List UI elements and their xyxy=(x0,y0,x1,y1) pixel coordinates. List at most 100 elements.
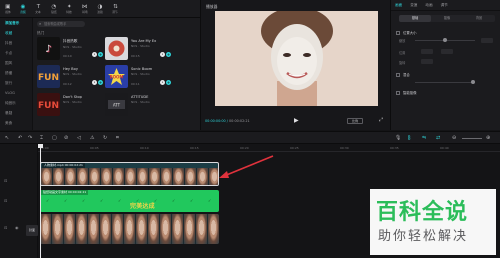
magnet-icon[interactable]: ⩉ xyxy=(408,135,410,141)
music-card[interactable]: FUN Hey Boy NCS · Studio 00:12 ↓ + xyxy=(37,65,103,88)
add-icon[interactable]: + xyxy=(98,80,103,85)
download-icon[interactable]: ↓ xyxy=(160,52,165,57)
checkbox[interactable] xyxy=(396,72,400,77)
track-headers: ⊡ ⊡ ⊡ ◉ 封面 xyxy=(0,144,38,258)
toolbar-item-adjust[interactable]: ⇅ 调节 xyxy=(108,0,123,18)
tab-speed[interactable]: 变速 xyxy=(406,0,421,10)
play-icon[interactable]: ▶ xyxy=(294,117,299,124)
category-suspense[interactable]: 悬疑 xyxy=(0,108,32,118)
tab-animation[interactable]: 动画 xyxy=(421,0,436,10)
tab-picture[interactable]: 画面 xyxy=(391,0,406,10)
music-card[interactable]: BOOM Sonic Boom NCS · Studio 00:11 ↓ + xyxy=(105,65,171,88)
tab-adjust[interactable]: 调节 xyxy=(437,0,452,10)
card-thumbnail: FUN xyxy=(37,65,60,88)
card-artist: NCS · Studio xyxy=(63,72,82,76)
category-beat[interactable]: 卡点 xyxy=(0,48,32,58)
toolbar-item-transition[interactable]: ⋈ 转场 xyxy=(77,0,92,18)
video-preview[interactable] xyxy=(215,11,378,106)
download-icon[interactable]: ↓ xyxy=(160,80,165,85)
delete-icon[interactable]: ▢ xyxy=(52,135,57,141)
card-thumbnail: BOOM xyxy=(105,65,128,88)
svg-text:FUN: FUN xyxy=(38,101,59,111)
svg-text:BOOM: BOOM xyxy=(110,75,124,80)
card-duration: 00:12 xyxy=(63,82,72,86)
link-icon[interactable]: ⇋ xyxy=(422,135,426,141)
category-food[interactable]: 美食 xyxy=(0,118,32,128)
add-icon[interactable]: + xyxy=(166,52,171,57)
lock-icon[interactable]: ⊡ xyxy=(4,178,7,183)
playhead[interactable] xyxy=(40,144,41,258)
card-title: Sonic Boom xyxy=(131,67,153,71)
download-icon[interactable]: ↓ xyxy=(92,80,97,85)
redo-icon[interactable]: ↷ xyxy=(28,135,32,141)
position-size-row[interactable]: 位置大小 xyxy=(396,30,417,35)
download-icon[interactable]: ↓ xyxy=(92,52,97,57)
toolbar-item-sticker[interactable]: ◔ 贴纸 xyxy=(46,0,61,18)
current-time: 00:00:00:00 xyxy=(205,119,226,123)
subtab-keying[interactable]: 抠像 xyxy=(431,15,463,22)
category-douyin[interactable]: 抖音 xyxy=(0,38,32,48)
category-pure-music[interactable]: 纯音乐 xyxy=(0,98,32,108)
add-icon[interactable]: + xyxy=(166,80,171,85)
opacity-slider[interactable] xyxy=(415,80,475,84)
position-x-box[interactable] xyxy=(421,49,433,54)
subtab-basic[interactable]: 基础 xyxy=(399,15,431,22)
reverse-icon[interactable]: ◁ xyxy=(77,135,81,141)
subtab-background[interactable]: 背景 xyxy=(463,15,495,22)
rotate-icon[interactable]: ↻ xyxy=(103,135,107,141)
toolbar-item-text[interactable]: T 文本 xyxy=(31,0,46,18)
zoom-in-icon[interactable]: ⊕ xyxy=(486,135,490,141)
split-icon[interactable]: ⌶ xyxy=(40,135,43,141)
category-travel[interactable]: 旅行 xyxy=(0,78,32,88)
category-guofeng[interactable]: 国风 xyxy=(0,58,32,68)
time-ruler[interactable]: 00:00 00:05 00:10 00:15 00:20 00:25 00:3… xyxy=(38,144,500,152)
toolbar-item-audio[interactable]: ◉ 音频 xyxy=(15,0,30,18)
toolbar-item-media[interactable]: ▣ 媒体 xyxy=(0,0,15,18)
card-artist: NCS · Studio xyxy=(131,100,150,104)
zoom-out-icon[interactable]: ⊖ xyxy=(452,135,456,141)
scale-slider[interactable] xyxy=(415,38,475,42)
music-card[interactable]: ♪ ♪ 抖音热歌 NCS · Studio 00:10 ↓ + xyxy=(37,37,103,60)
undo-icon[interactable]: ↶ xyxy=(18,135,22,141)
visibility-icon[interactable]: ⊡ xyxy=(4,198,7,203)
microphone-icon[interactable]: 🎙 xyxy=(395,135,401,141)
category-soothing[interactable]: 舒缓 xyxy=(0,68,32,78)
checkbox[interactable] xyxy=(396,30,400,35)
rotate-box[interactable] xyxy=(421,59,433,64)
zoom-slider[interactable] xyxy=(462,138,482,139)
main-video-clip[interactable] xyxy=(40,214,219,244)
card-duration: 00:10 xyxy=(63,54,72,58)
music-card[interactable]: You Are My Ex NCS · Studio 00:15 ↓ + xyxy=(105,37,171,60)
checkbox[interactable] xyxy=(396,90,400,95)
cover-button[interactable]: 封面 xyxy=(26,225,38,236)
track-lock-icon[interactable]: ⊡ xyxy=(4,225,7,230)
slider-knob[interactable] xyxy=(471,80,475,84)
sticker-icon: ◔ xyxy=(51,4,57,10)
add-icon[interactable]: + xyxy=(98,52,103,57)
cursor-icon[interactable]: ↖ xyxy=(5,135,9,141)
category-favorites[interactable]: 收藏 xyxy=(0,28,32,38)
player-title: 播放器 xyxy=(206,4,218,9)
preview-axis-icon[interactable]: ⇄ xyxy=(436,135,440,141)
slider-knob[interactable] xyxy=(443,38,447,42)
sticker-clip[interactable]: 贴纸动画文字素材 00:00:02:21 ✓ ✓ ✓ ✓ ✓ ✓ ✓ ✓ ✓ ✓ 完美达成 xyxy=(40,190,219,212)
toolbar-item-effects[interactable]: ✦ 特效 xyxy=(62,0,77,18)
music-card[interactable]: FUN Don't Stop NCS · Studio xyxy=(37,93,101,116)
category-vlog[interactable]: VLOG xyxy=(0,88,32,98)
crop-icon[interactable]: ⌗ xyxy=(116,135,119,141)
freeze-icon[interactable]: ⊘ xyxy=(64,135,68,141)
blend-row[interactable]: 混合 xyxy=(396,72,410,77)
position-y-box[interactable] xyxy=(441,49,453,54)
music-card[interactable]: ATT ATTITUDE NCS · Studio xyxy=(105,93,169,116)
video-clip-selected[interactable]: 人物素材.mp4 00:00:02:21 xyxy=(40,162,219,186)
toolbar-item-filter[interactable]: ◑ 滤镜 xyxy=(92,0,107,18)
media-icon: ▣ xyxy=(5,4,11,10)
mirror-icon[interactable]: ⚠ xyxy=(90,135,94,141)
category-add-music[interactable]: 添加音乐 xyxy=(0,18,32,28)
scale-value-box[interactable] xyxy=(481,38,493,43)
ratio-button[interactable]: 比例 xyxy=(347,118,363,124)
track-visibility-icon[interactable]: ◉ xyxy=(15,225,19,230)
fullscreen-icon[interactable]: ⤢ xyxy=(379,117,383,123)
smart-keying-row[interactable]: 智能抠像 xyxy=(396,90,417,95)
search-input[interactable]: ⌕ 搜索歌曲或歌手 xyxy=(37,21,85,27)
